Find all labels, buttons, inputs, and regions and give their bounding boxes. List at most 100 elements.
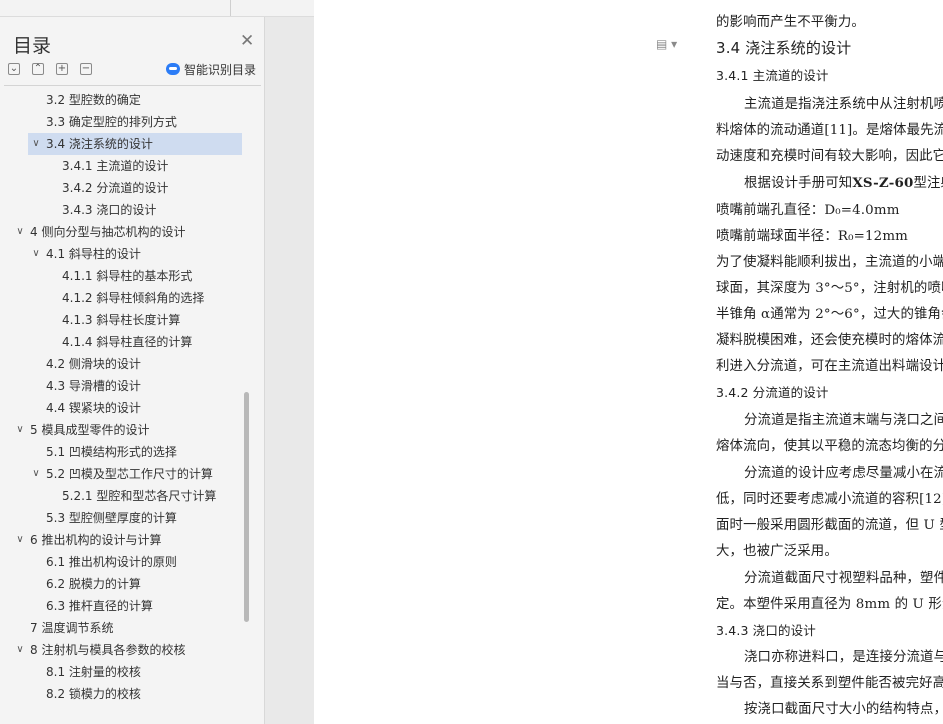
doc-text-line: 定。本塑件采用直径为 8mm 的 U 形分流道。: [716, 597, 943, 612]
chevron-down-icon[interactable]: ∨: [30, 463, 42, 485]
toc-item-label: 3.3 确定型腔的排列方式: [46, 115, 177, 129]
doc-text-run: 型注射机喷嘴有关尺寸如下：: [913, 176, 943, 191]
toc-item-label: 8.2 锁模力的校核: [46, 687, 141, 701]
toc-item[interactable]: 3.4.3 浇口的设计: [0, 199, 242, 221]
collapse-all-icon[interactable]: ⌄: [8, 63, 20, 75]
toc-item-label: 5.1 凹模结构形式的选择: [46, 445, 177, 459]
doc-text-line: 面时一般采用圆形截面的流道，但 U 型流道由于加工容易且热量损失和压力损失均不: [716, 518, 943, 533]
toc-item-label: 4.1.4 斜导柱直径的计算: [62, 335, 193, 349]
toc-item[interactable]: 3.4.2 分流道的设计: [0, 177, 242, 199]
toc-item[interactable]: 5.2.1 型腔和型芯各尺寸计算: [0, 485, 242, 507]
chevron-down-icon[interactable]: ∨: [14, 639, 26, 661]
toc-item[interactable]: 4.1.3 斜导柱长度计算: [0, 309, 242, 331]
toc-item-label: 5.2.1 型腔和型芯各尺寸计算: [62, 489, 217, 503]
toc-item[interactable]: 7 温度调节系统: [0, 617, 242, 639]
toc-item-label: 5.2 凹模及型芯工作尺寸的计算: [46, 467, 213, 481]
toc-scrollbar-thumb[interactable]: [244, 392, 249, 622]
doc-text-run: 根据设计手册可知: [744, 176, 853, 191]
doc-text-line: 利进入分流道，可在主流道出料端设计半径 r=2mm 的圆弧过渡。: [716, 359, 943, 374]
doc-text-line: 按浇口截面尺寸大小的结构特点，浇口可分为限制性浇口和非限制性浇口两大类[: [744, 702, 943, 717]
toc-item-label: 4.4 锲紧块的设计: [46, 401, 141, 415]
toc-item[interactable]: ∨ 5 模具成型零件的设计: [0, 419, 242, 441]
toc-item[interactable]: 8.2 锁模力的校核: [0, 683, 242, 705]
doc-text-line: 分流道是指主流道末端与浇口之间的一端塑料熔体的流动通道，分流道的作用是: [744, 413, 943, 428]
toc-item[interactable]: ∨ 4.1 斜导柱的设计: [0, 243, 242, 265]
doc-text-line: 动速度和充模时间有较大影响，因此它必须使熔体的温度降低和压力损失最小。: [716, 149, 943, 164]
toc-item-label: 3.4.2 分流道的设计: [62, 181, 169, 195]
doc-text-line: 为了使凝料能顺利拔出，主流道的小端直径 D 应稍大于注射喷嘴直径 d。小端的前面…: [716, 255, 943, 270]
toc-item[interactable]: 4.1.2 斜导柱倾斜角的选择: [0, 287, 242, 309]
subsection-heading: 3.4.1 主流道的设计: [716, 68, 829, 83]
close-icon[interactable]: ✕: [240, 31, 254, 51]
toc-item[interactable]: 4.4 锲紧块的设计: [0, 397, 242, 419]
doc-text-line: 料熔体的流动通道[11]。是熔体最先流经模具的部分，它的形状与尺寸对塑料熔体的流: [716, 123, 943, 138]
toc-item[interactable]: 3.2 型腔数的确定: [0, 89, 242, 111]
doc-text-line: 分流道的设计应考虑尽量减小在流道内的压力损失和尽可能避免熔体温度的降: [744, 466, 943, 481]
toc-item-label: 7 温度调节系统: [30, 621, 114, 635]
doc-text-line: 浇口亦称进料口，是连接分流道与型腔的熔体通道。浇口的设计与位置的选择恰: [744, 650, 943, 665]
chevron-down-icon[interactable]: ∨: [14, 529, 26, 551]
toc-item[interactable]: 4.1.4 斜导柱直径的计算: [0, 331, 242, 353]
toc-item[interactable]: 6.2 脱模力的计算: [0, 573, 242, 595]
chevron-down-icon[interactable]: ∨: [14, 419, 26, 441]
smart-toc-label: 智能识别目录: [184, 63, 257, 77]
toc-item-label: 3.4.1 主流道的设计: [62, 159, 169, 173]
chevron-down-icon[interactable]: ∨: [30, 243, 42, 265]
toc-item[interactable]: 5.1 凹模结构形式的选择: [0, 441, 242, 463]
toc-item-label: 3.4 浇注系统的设计: [46, 137, 153, 151]
doc-text-line: 低，同时还要考虑减小流道的容积[12]。圆形和正方形流道的效率最高，当分型面为平: [716, 492, 943, 507]
toc-item[interactable]: ∨ 3.4 浇注系统的设计: [28, 133, 242, 155]
toc-item-label: 6.1 推出机构设计的原则: [46, 555, 177, 569]
chevron-down-icon[interactable]: ∨: [14, 221, 26, 243]
toc-item-label: 6 推出机构的设计与计算: [30, 533, 162, 547]
doc-text-line: 分流道截面尺寸视塑料品种，塑件尺寸，成型工艺条件及流道的长度等因素来确: [744, 571, 943, 586]
toc-item[interactable]: 3.4.1 主流道的设计: [0, 155, 242, 177]
toc-item[interactable]: 3.3 确定型腔的排列方式: [0, 111, 242, 133]
doc-text-line: 喷嘴前端孔直径：D₀=4.0mm: [716, 203, 900, 218]
toc-item-label: 4 侧向分型与抽芯机构的设计: [30, 225, 186, 239]
chevron-down-icon[interactable]: ∨: [30, 133, 42, 155]
toc-item-label: 5 模具成型零件的设计: [30, 423, 150, 437]
doc-text-line: 的影响而产生不平衡力。: [716, 15, 865, 30]
doc-text-line: 喷嘴前端球面半径：R₀=12mm: [716, 229, 909, 244]
toc-item-label: 5.3 型腔侧壁厚度的计算: [46, 511, 177, 525]
toc-item[interactable]: 8.1 注射量的校核: [0, 661, 242, 683]
doc-text-line: 主流道是指浇注系统中从注射机喷嘴与模具浇口套接触处开始到分流道为止的塑: [744, 97, 943, 112]
toc-item-label: 8 注射机与模具各参数的校核: [30, 643, 186, 657]
remove-heading-icon[interactable]: −: [80, 63, 92, 75]
toc-item[interactable]: 4.1.1 斜导柱的基本形式: [0, 265, 242, 287]
smart-toc-button[interactable]: 智能识别目录: [166, 61, 256, 78]
toc-item[interactable]: 4.3 导滑槽的设计: [0, 375, 242, 397]
ai-icon: [166, 63, 180, 75]
toc-title: 目录: [13, 35, 52, 57]
doc-text-line: 半锥角 α通常为 2°～6°，过大的锥角会产生湍流或涡流，卷入空气；过小的锥角使: [716, 307, 943, 322]
toc-item[interactable]: 4.2 侧滑块的设计: [0, 353, 242, 375]
doc-text-line: 根据设计手册可知XS-Z-60型注射机喷嘴有关尺寸如下：: [744, 171, 943, 191]
toc-item-label: 4.1.2 斜导柱倾斜角的选择: [62, 291, 205, 305]
doc-text-line: 大，也被广泛采用。: [716, 544, 838, 559]
toc-item[interactable]: ∨ 8 注射机与模具各参数的校核: [0, 639, 242, 661]
paragraph-mark-icon[interactable]: ▤ ▾: [656, 37, 677, 51]
expand-up-icon[interactable]: ⌃: [32, 63, 44, 75]
toc-item[interactable]: 5.3 型腔侧壁厚度的计算: [0, 507, 242, 529]
doc-text-line: 当与否，直接关系到塑件能否被完好高质量的注射成型。: [716, 676, 943, 691]
toc-item[interactable]: 6.1 推出机构设计的原则: [0, 551, 242, 573]
doc-text-line: 熔体流向，使其以平稳的流态均衡的分配到各个型腔。: [716, 439, 943, 454]
toc-item-label: 3.4.3 浇口的设计: [62, 203, 157, 217]
toc-item-label: 4.1.3 斜导柱长度计算: [62, 313, 181, 327]
toc-item[interactable]: ∨ 6 推出机构的设计与计算: [0, 529, 242, 551]
document-page[interactable]: ▤ ▾ 的影响而产生不平衡力。 3.4 浇注系统的设计 3.4.1 主流道的设计…: [314, 0, 943, 724]
add-heading-icon[interactable]: +: [56, 63, 68, 75]
toc-item-label: 8.1 注射量的校核: [46, 665, 141, 679]
toc-item-label: 6.2 脱模力的计算: [46, 577, 141, 591]
toc-item-label: 6.3 推杆直径的计算: [46, 599, 153, 613]
toc-item-label: 4.3 导滑槽的设计: [46, 379, 141, 393]
toc-panel: 目录 ✕ ⌄ ⌃ + − 智能识别目录 3.2 型腔数的确定 3.3 确定型腔的排…: [0, 17, 265, 724]
doc-text-line: 凝料脱模困难，还会使充模时的熔体流动阻力过大，此处的锥角选为 3°。为使熔料顺: [716, 333, 943, 348]
toc-item-label: 4.2 侧滑块的设计: [46, 357, 141, 371]
toc-item-label: 4.1.1 斜导柱的基本形式: [62, 269, 193, 283]
toc-item-label: 3.2 型腔数的确定: [46, 93, 141, 107]
toc-item[interactable]: ∨ 5.2 凹模及型芯工作尺寸的计算: [0, 463, 242, 485]
toc-item[interactable]: ∨ 4 侧向分型与抽芯机构的设计: [0, 221, 242, 243]
toc-item[interactable]: 6.3 推杆直径的计算: [0, 595, 242, 617]
